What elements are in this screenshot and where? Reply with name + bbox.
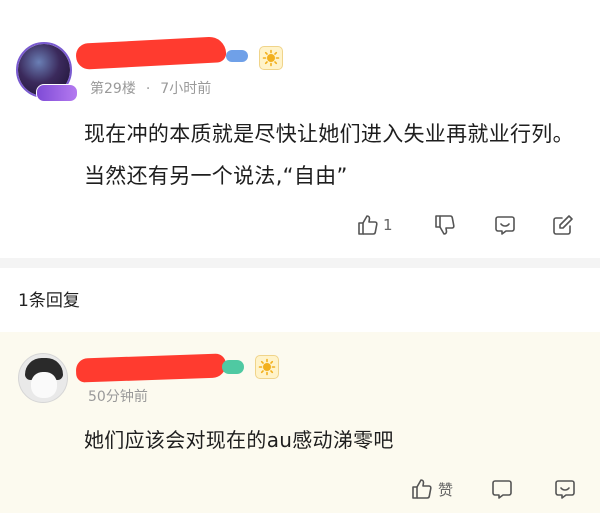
post-meta: 第29楼 · 7小时前: [90, 78, 221, 98]
floor-number: 第29楼: [90, 81, 136, 97]
post-content: 现在冲的本质就是尽快让她们进入失业再就业行列。当然还有另一个说法,“自由”: [84, 122, 574, 188]
reply-content: 她们应该会对现在的au感动涕零吧: [84, 428, 394, 452]
thumbs-down-icon: [433, 213, 457, 237]
section-divider: [0, 258, 600, 268]
sun-medal-icon: [255, 355, 279, 379]
reply-like-button[interactable]: 赞: [410, 474, 453, 504]
comment-button[interactable]: [491, 210, 519, 240]
post-time: 7小时前: [160, 81, 212, 97]
replies-count-header[interactable]: 1条回复: [18, 286, 80, 311]
level-badge: [226, 50, 248, 62]
user-avatar[interactable]: [16, 42, 78, 102]
dislike-button[interactable]: [431, 210, 459, 240]
reply-more-button[interactable]: [551, 474, 579, 504]
reply-level-badge: [222, 360, 244, 374]
comment-bubble-icon: [490, 477, 514, 501]
meta-separator: ·: [145, 81, 151, 97]
like-count: 1: [383, 216, 393, 234]
comment-bubble-icon: [553, 477, 577, 501]
avatar-frame-badge: [36, 84, 78, 102]
reply-user-avatar[interactable]: [18, 353, 68, 403]
reply-time: 50分钟前: [88, 389, 148, 405]
comment-bubble-icon: [493, 213, 517, 237]
edit-button[interactable]: [549, 210, 577, 240]
like-label: 赞: [438, 480, 454, 499]
edit-pencil-icon: [551, 213, 575, 237]
thumbs-up-icon: [410, 477, 434, 501]
reply-comment-button[interactable]: [488, 474, 516, 504]
like-button[interactable]: 1: [356, 210, 393, 240]
thumbs-up-icon: [356, 213, 380, 237]
sun-medal-icon: [259, 46, 283, 70]
